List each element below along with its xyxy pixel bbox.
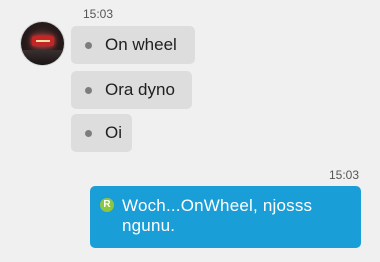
bullet-dot-icon xyxy=(85,86,92,94)
read-status-icon: R xyxy=(100,198,114,212)
incoming-timestamp: 15:03 xyxy=(83,7,114,21)
message-text: Oi xyxy=(105,123,122,142)
message-text: Ora dyno xyxy=(105,80,175,99)
incoming-message-bubble[interactable]: On wheel xyxy=(71,26,195,64)
bullet-dot-icon xyxy=(85,41,92,49)
contact-avatar[interactable] xyxy=(21,22,64,65)
outgoing-timestamp: 15:03 xyxy=(328,168,359,182)
message-text: On wheel xyxy=(105,35,177,54)
incoming-message-bubble[interactable]: Ora dyno xyxy=(71,71,192,109)
message-text: Woch...OnWheel, njosss ngunu. xyxy=(122,196,313,235)
avatar-neon-sign-image xyxy=(32,36,54,46)
bullet-dot-icon xyxy=(85,129,92,137)
chat-thread: 15:03 On wheel Ora dyno Oi 15:03 R Woch.… xyxy=(0,0,380,262)
outgoing-message-bubble[interactable]: R Woch...OnWheel, njosss ngunu. xyxy=(90,186,361,248)
incoming-message-bubble[interactable]: Oi xyxy=(71,114,132,152)
